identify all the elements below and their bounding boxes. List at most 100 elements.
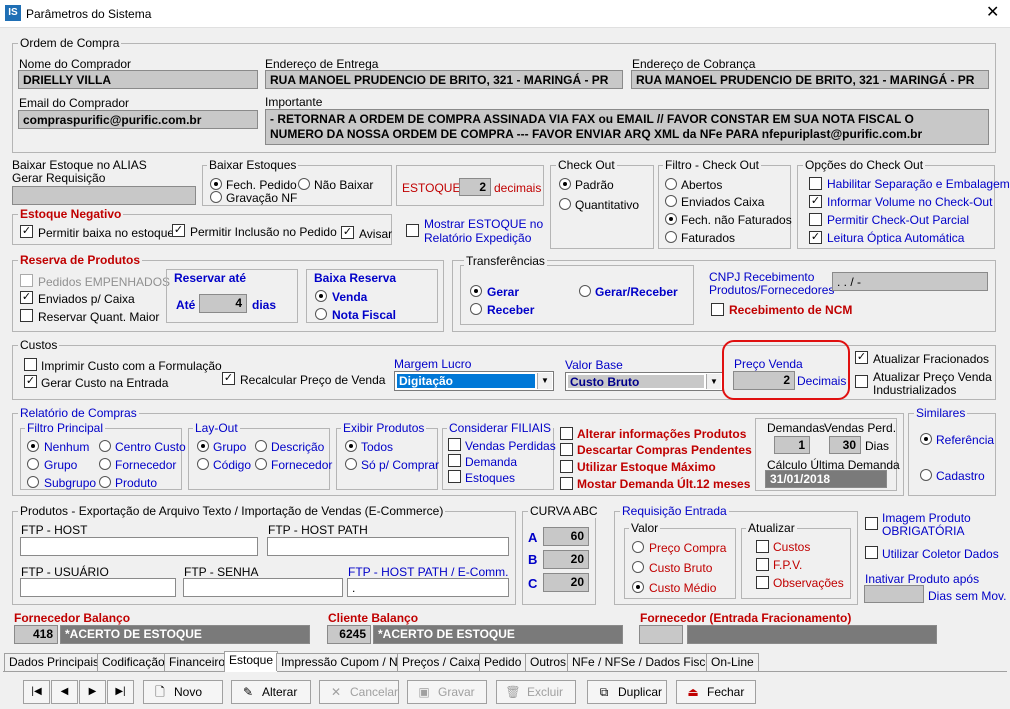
close-icon[interactable]: ✕ <box>986 4 999 22</box>
cadastro-radio[interactable] <box>920 469 932 481</box>
gerar-receber-radio[interactable] <box>579 285 591 297</box>
receber-radio[interactable] <box>470 303 482 315</box>
next-record-button[interactable]: ▶ <box>79 680 106 704</box>
fech-nao-faturados-radio[interactable] <box>665 213 677 225</box>
first-record-button[interactable]: |◀ <box>23 680 50 704</box>
layout-grupo-radio[interactable] <box>197 440 209 452</box>
cliente-balanco-code[interactable]: 6245 <box>327 625 371 644</box>
custos-checkbox[interactable] <box>756 540 769 553</box>
quantitativo-radio[interactable] <box>559 198 571 210</box>
tab-outros[interactable]: Outros <box>525 653 572 671</box>
tab-precos-caixa[interactable]: Preços / Caixa <box>397 653 486 671</box>
enviados-caixa-checkbox[interactable]: ✓ <box>20 291 33 304</box>
calculo-field[interactable]: 31/01/2018 <box>765 470 887 488</box>
fech-pedido-radio[interactable] <box>210 178 222 190</box>
checkout-parcial-checkbox[interactable] <box>809 213 822 226</box>
nao-baixar-radio[interactable] <box>298 178 310 190</box>
gravar-button[interactable]: ▣ Gravar <box>407 680 487 704</box>
nota-fiscal-radio[interactable] <box>315 308 327 320</box>
estoques-checkbox[interactable] <box>448 470 461 483</box>
atualizar-fracionados-checkbox[interactable]: ✓ <box>855 351 868 364</box>
imagem-obrigatoria-checkbox[interactable] <box>865 517 878 530</box>
fornecedor-radio[interactable] <box>99 458 111 470</box>
vendas-perdidas-checkbox[interactable] <box>448 438 461 451</box>
subgrupo-radio[interactable] <box>27 476 39 488</box>
tab-nfe[interactable]: NFe / NFSe / Dados Fisco <box>567 653 718 671</box>
centro-custo-radio[interactable] <box>99 440 111 452</box>
permitir-baixa-checkbox[interactable]: ✓ <box>20 225 33 238</box>
email-field[interactable]: compraspurific@purific.com.br <box>18 110 258 129</box>
curva-b-field[interactable]: 20 <box>543 550 589 569</box>
demanda-checkbox[interactable] <box>448 454 461 467</box>
gerar-custo-checkbox[interactable]: ✓ <box>24 375 37 388</box>
chevron-down-icon[interactable]: ▼ <box>537 373 552 389</box>
nome-field[interactable]: DRIELLY VILLA <box>18 70 258 89</box>
alias-field[interactable] <box>12 186 196 205</box>
reservar-dias-field[interactable]: 4 <box>199 294 247 313</box>
descartar-compras-checkbox[interactable] <box>560 443 573 456</box>
coletor-checkbox[interactable] <box>865 546 878 559</box>
habilitar-separacao-checkbox[interactable] <box>809 177 822 190</box>
estoque-decimais-field[interactable]: 2 <box>459 178 491 196</box>
grupo-radio[interactable] <box>27 458 39 470</box>
ftp-senha-field[interactable] <box>183 578 343 597</box>
leitura-optica-checkbox[interactable]: ✓ <box>809 231 822 244</box>
vendas-perd-field[interactable]: 30 <box>829 436 861 454</box>
entrega-field[interactable]: RUA MANOEL PRUDENCIO DE BRITO, 321 - MAR… <box>265 70 623 89</box>
so-comprar-radio[interactable] <box>345 458 357 470</box>
recalcular-preco-checkbox[interactable]: ✓ <box>222 372 235 385</box>
fechar-button[interactable]: ⏏ Fechar <box>676 680 756 704</box>
atualizar-industrializados-checkbox[interactable] <box>855 375 868 388</box>
tab-estoque[interactable]: Estoque <box>224 651 279 672</box>
ftp-host-path-field[interactable] <box>267 537 509 556</box>
tab-dados-principais[interactable]: Dados Principais <box>4 653 105 671</box>
custo-medio-radio[interactable] <box>632 581 644 593</box>
descricao-radio[interactable] <box>255 440 267 452</box>
last-record-button[interactable]: ▶| <box>107 680 134 704</box>
tab-impressao-cupom[interactable]: Impressão Cupom / NF <box>276 653 411 671</box>
margem-lucro-select[interactable]: Digitação ▼ <box>394 371 554 391</box>
pedidos-empenhados-checkbox[interactable] <box>20 274 33 287</box>
estoque-maximo-checkbox[interactable] <box>560 460 573 473</box>
alterar-button[interactable]: ✎ Alterar <box>231 680 311 704</box>
novo-button[interactable]: 🗋 Novo <box>143 680 223 704</box>
recebimento-ncm-checkbox[interactable] <box>711 303 724 316</box>
venda-radio[interactable] <box>315 290 327 302</box>
permitir-inclusao-checkbox[interactable]: ✓ <box>172 224 185 237</box>
padrao-radio[interactable] <box>559 178 571 190</box>
avisar-checkbox[interactable]: ✓ <box>341 226 354 239</box>
curva-a-field[interactable]: 60 <box>543 527 589 546</box>
produto-radio[interactable] <box>99 476 111 488</box>
fornecedor-balanco-name[interactable]: *ACERTO DE ESTOQUE <box>60 625 310 644</box>
chevron-down-icon[interactable]: ▼ <box>706 374 721 389</box>
importante-field[interactable]: - RETORNAR A ORDEM DE COMPRA ASSINADA VI… <box>265 109 989 145</box>
fornecedor-frac-name[interactable] <box>687 625 937 644</box>
imprimir-custo-checkbox[interactable] <box>24 358 37 371</box>
todos-radio[interactable] <box>345 440 357 452</box>
reservar-quant-checkbox[interactable] <box>20 309 33 322</box>
layout-fornecedor-radio[interactable] <box>255 458 267 470</box>
prev-record-button[interactable]: ◀ <box>51 680 78 704</box>
gravacao-nf-radio[interactable] <box>210 191 222 203</box>
mostar-demanda-checkbox[interactable] <box>560 477 573 490</box>
fornecedor-balanco-code[interactable]: 418 <box>14 625 58 644</box>
enviados-caixa-radio[interactable] <box>665 195 677 207</box>
fornecedor-frac-code[interactable] <box>639 625 683 644</box>
cnpj-field[interactable]: . . / - <box>832 272 988 291</box>
curva-c-field[interactable]: 20 <box>543 573 589 592</box>
valor-base-select[interactable]: Custo Bruto ▼ <box>565 372 723 391</box>
duplicar-button[interactable]: ⧉ Duplicar <box>587 680 667 704</box>
referencia-radio[interactable] <box>920 433 932 445</box>
ftp-host-field[interactable] <box>20 537 258 556</box>
observacoes-checkbox[interactable] <box>756 576 769 589</box>
tab-pedido[interactable]: Pedido <box>479 653 527 671</box>
cancelar-button[interactable]: ✕ Cancelar <box>319 680 399 704</box>
demandas-field[interactable]: 1 <box>774 436 810 454</box>
cobranca-field[interactable]: RUA MANOEL PRUDENCIO DE BRITO, 321 - MAR… <box>631 70 989 89</box>
ftp-ecomm-field[interactable]: . <box>347 578 509 597</box>
codigo-radio[interactable] <box>197 458 209 470</box>
nenhum-radio[interactable] <box>27 440 39 452</box>
tab-online[interactable]: On-Line <box>706 653 759 671</box>
cliente-balanco-name[interactable]: *ACERTO DE ESTOQUE <box>373 625 623 644</box>
preco-compra-radio[interactable] <box>632 541 644 553</box>
